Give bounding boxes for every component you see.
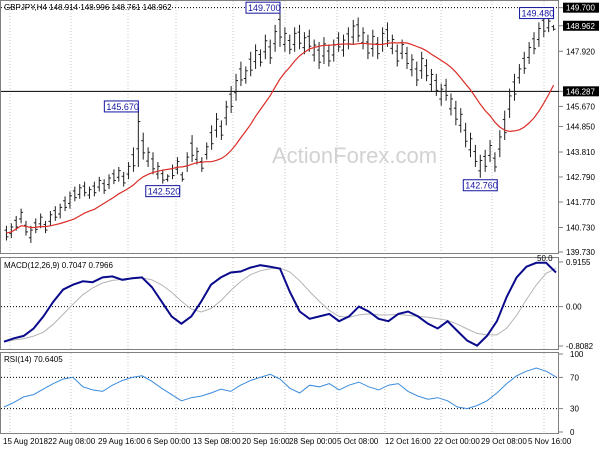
- time-axis-label: 5 Oct 08:00: [337, 437, 379, 446]
- price-annotation: 149.700: [245, 1, 281, 14]
- rsi-label: RSI(14) 70.6405: [4, 355, 63, 364]
- macd-pane[interactable]: [0, 257, 559, 350]
- price-axis-label: 145.670: [566, 102, 595, 111]
- rsi-axis-label: 100: [570, 350, 584, 359]
- price-axis-label: 139.730: [566, 248, 595, 257]
- macd-label: MACD(12,26,9) 0.7047 0.7966: [4, 261, 114, 270]
- macd-axis-label: 0.9155: [566, 258, 591, 267]
- time-axis-label: 13 Sep 08:00: [193, 437, 241, 446]
- time-axis-label: 22 Oct 00:00: [434, 437, 480, 446]
- time-axis-label: 28 Sep 00:00: [289, 437, 337, 446]
- time-axis-label: 12 Oct 16:00: [385, 437, 431, 446]
- time-axis-label: 6 Sep 00:00: [147, 437, 191, 446]
- annotation-label: 142.520: [148, 187, 181, 197]
- price-axis-label: 143.810: [566, 148, 595, 157]
- chart-canvas: ActionForex.com 149.700 149.480 145.670 142…: [0, 0, 599, 446]
- chart-window: ActionForex.com 149.700 149.480 145.670 142…: [0, 0, 600, 450]
- price-annotation: 142.760: [462, 179, 498, 192]
- time-axis-label: 20 Sep 16:00: [242, 437, 290, 446]
- time-axis-label: 5 Nov 16:00: [528, 437, 572, 446]
- time-axis-label: 22 Aug 08:00: [48, 437, 96, 446]
- watermark: ActionForex.com: [272, 143, 437, 168]
- price-tag-label: 148.962: [566, 22, 595, 31]
- time-axis-label: 15 Aug 2018: [3, 437, 48, 446]
- price-axis-label: 140.730: [566, 223, 595, 232]
- rsi-axis-label: 70: [570, 373, 579, 382]
- price-annotation: 145.670: [103, 100, 139, 113]
- price-annotation: 142.520: [145, 185, 181, 198]
- rsi-axis-label: 30: [570, 405, 579, 414]
- time-axis-label: 29 Oct 08:00: [481, 437, 527, 446]
- annotation-label: 142.760: [465, 181, 498, 191]
- time-axis-label: 29 Aug 16:00: [98, 437, 146, 446]
- price-tag-label: 146.287: [566, 87, 595, 96]
- annotation-label: 149.700: [248, 3, 281, 13]
- price-annotation: 149.480: [519, 7, 555, 20]
- price-axis-label: 147.920: [566, 47, 595, 56]
- annotation-label: 145.670: [106, 102, 139, 112]
- rsi-pane[interactable]: [0, 352, 559, 434]
- price-axis-label: 141.770: [566, 198, 595, 207]
- annotation-label: 149.480: [522, 9, 555, 19]
- price-tag-label: 149.700: [566, 4, 595, 13]
- price-axis-label: 142.790: [566, 173, 595, 182]
- fib-label: 50.0: [537, 254, 553, 263]
- rsi-axis-label: 0: [570, 428, 575, 437]
- chart-title: GBPJPY,H4 148.914 148.996 148.761 148.96…: [4, 3, 172, 12]
- price-axis-label: 144.850: [566, 123, 595, 132]
- macd-axis-label: 0.00: [566, 303, 582, 312]
